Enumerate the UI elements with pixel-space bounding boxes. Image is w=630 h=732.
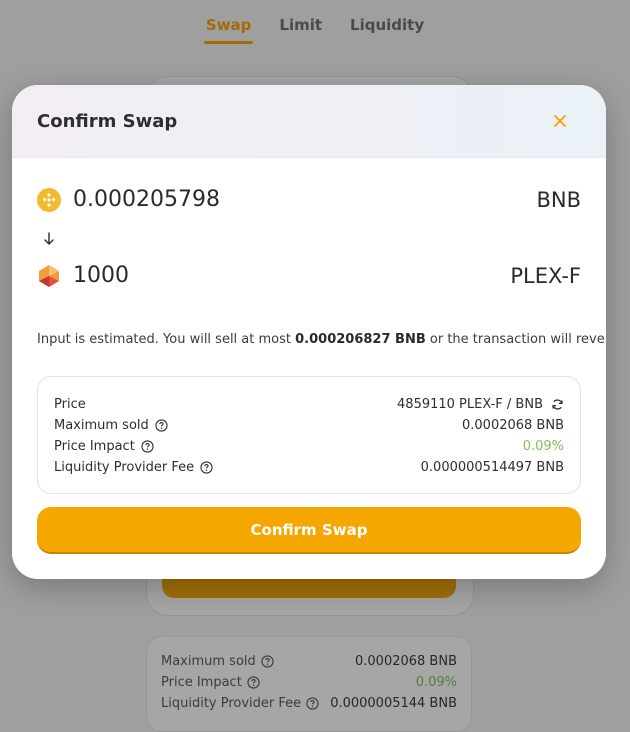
input-symbol: BNB xyxy=(536,187,581,212)
close-icon xyxy=(554,115,566,127)
estimate-prefix: Input is estimated. You will sell at mos… xyxy=(37,332,296,347)
maximum-sold-value: 0.0002068 BNB xyxy=(462,418,564,433)
modal-header: Confirm Swap xyxy=(12,85,606,158)
price-value: 4859110 PLEX-F / BNB xyxy=(397,397,543,412)
bnb-token-icon xyxy=(37,187,61,212)
help-icon[interactable] xyxy=(200,461,213,474)
output-amount: 1000 xyxy=(73,263,129,288)
help-icon[interactable] xyxy=(155,419,168,432)
price-impact-label: Price Impact xyxy=(54,439,135,454)
price-impact-value: 0.09% xyxy=(522,439,564,454)
lp-fee-value: 0.000000514497 BNB xyxy=(420,460,564,475)
input-token-row: 0.000205798 BNB xyxy=(37,187,581,212)
output-token-row: 1000 PLEX-F xyxy=(37,263,581,288)
price-label: Price xyxy=(54,397,86,412)
maximum-sold-label: Maximum sold xyxy=(54,418,149,433)
lp-fee-row: Liquidity Provider Fee 0.000000514497 BN… xyxy=(54,457,564,478)
estimate-suffix: or the transaction will revert. xyxy=(425,332,606,347)
estimate-notice: Input is estimated. You will sell at mos… xyxy=(37,332,606,347)
refresh-price-icon[interactable] xyxy=(551,398,564,411)
input-amount: 0.000205798 xyxy=(73,187,220,212)
arrow-down-icon xyxy=(44,232,54,245)
confirm-swap-modal: Confirm Swap 0.000205798 BNB 1000 PLEX-F… xyxy=(12,85,606,579)
price-impact-row: Price Impact 0.09% xyxy=(54,436,564,457)
close-button[interactable] xyxy=(550,111,570,131)
estimate-max-amount: 0.000206827 BNB xyxy=(295,332,426,347)
price-row: Price 4859110 PLEX-F / BNB xyxy=(54,394,564,415)
maximum-sold-row: Maximum sold 0.0002068 BNB xyxy=(54,415,564,436)
output-symbol: PLEX-F xyxy=(510,263,581,288)
trade-details-box: Price 4859110 PLEX-F / BNB Maximum sold … xyxy=(37,376,581,494)
plex-token-icon xyxy=(37,264,61,288)
lp-fee-label: Liquidity Provider Fee xyxy=(54,460,195,475)
modal-title: Confirm Swap xyxy=(37,110,178,132)
help-icon[interactable] xyxy=(141,440,154,453)
confirm-swap-button[interactable]: Confirm Swap xyxy=(37,507,581,554)
